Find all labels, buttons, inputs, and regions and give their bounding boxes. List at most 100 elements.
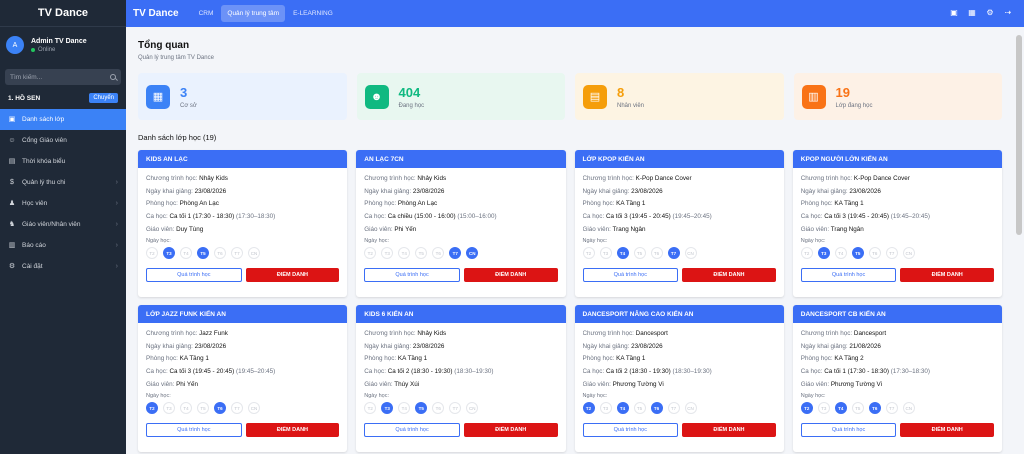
- days-label: Ngày học:: [582, 238, 608, 245]
- field-label: Ca học:: [800, 213, 823, 221]
- class-teacher-row: Giáo viên: Thúy Xúi: [364, 379, 557, 392]
- notification-icon[interactable]: ▣: [950, 9, 958, 17]
- sidebar-item-5[interactable]: ♞ Giáo viên/Nhân viên ›: [0, 214, 126, 235]
- class-name: DANCESPORT CB KIẾN AN: [792, 305, 1002, 323]
- sidebar-item-0[interactable]: ▣ Danh sách lớp: [0, 109, 126, 130]
- field-label: Chương trình học:: [364, 175, 416, 182]
- sidebar-item-label: Thời khóa biểu: [22, 158, 66, 165]
- stat-text: 404 Đang học: [399, 85, 425, 109]
- class-room-row: Phòng học: KA Tầng 1: [801, 198, 994, 211]
- day-chip: CN: [902, 402, 915, 415]
- days-label: Ngày học:: [364, 238, 390, 245]
- sidebar-item-4[interactable]: ♟ Học viên ›: [0, 193, 126, 214]
- field-label: Ngày khai giảng:: [582, 342, 630, 350]
- stat-label: Lớp đang học: [835, 102, 873, 109]
- switch-branch-button[interactable]: Chuyển: [89, 93, 118, 103]
- field-value: KA Tầng 1: [834, 200, 864, 208]
- tab-0[interactable]: CRM: [193, 5, 220, 22]
- progress-button[interactable]: Quá trình học: [582, 423, 679, 438]
- progress-button[interactable]: Quá trình học: [146, 423, 242, 438]
- checkin-button[interactable]: ĐIỂM DANH: [463, 268, 558, 283]
- class-card-body: Chương trình học: Nhảy Kids Ngày khai giả…: [356, 168, 565, 283]
- class-shift-row: Ca học: Ca tối 3 (19:45 - 20:45) (19:45–…: [801, 211, 994, 224]
- sidebar-item-6[interactable]: ▥ Báo cáo ›: [0, 235, 126, 256]
- progress-button[interactable]: Quá trình học: [146, 268, 242, 283]
- class-card-body: Chương trình học: K-Pop Dance Cover Ngày …: [793, 168, 1002, 283]
- field-label: Ngày khai giảng:: [146, 342, 193, 350]
- tab-1[interactable]: Quản lý trung tâm: [221, 5, 286, 22]
- field-label: Ca học:: [582, 213, 605, 221]
- page-subtitle: Quản lý trung tâm TV Dance: [138, 55, 214, 61]
- store-icon[interactable]: ▦: [968, 9, 976, 17]
- top-tabs: CRM Quản lý trung tâm E-LEARNING: [193, 5, 341, 22]
- progress-button[interactable]: Quá trình học: [364, 268, 460, 283]
- card-actions: Quá trình học ĐIỂM DANH: [800, 423, 994, 438]
- day-chip: T6: [432, 247, 445, 260]
- day-chip: T6: [868, 247, 881, 260]
- field-label: Ca học:: [364, 213, 386, 221]
- sidebar-item-7[interactable]: ⚙ Cài đặt ›: [0, 256, 126, 277]
- grid-icon: ▣: [8, 116, 16, 123]
- days-label: Ngày học:: [800, 393, 826, 400]
- day-chip: T2: [364, 402, 377, 415]
- field-value: Ca tối 2 (18:30 - 19:30): [387, 368, 453, 376]
- class-teacher-row: Giáo viên: Trang Ngân: [583, 224, 776, 237]
- class-room-row: Phòng học: KA Tầng 1: [364, 353, 557, 366]
- field-value: Phòng An Lạc: [179, 200, 219, 208]
- field-label: Giáo viên:: [364, 225, 393, 233]
- search-icon[interactable]: [110, 74, 116, 80]
- stat-label: Đang học: [398, 102, 425, 109]
- checkin-button[interactable]: ĐIỂM DANH: [900, 268, 994, 283]
- gear-icon[interactable]: ⚙: [986, 9, 994, 17]
- field-label: Giáo viên:: [800, 225, 830, 233]
- sidebar-item-1[interactable]: ☺ Cổng Giáo viên: [0, 130, 126, 151]
- sidebar-item-3[interactable]: $ Quản lý thu chi ›: [0, 172, 126, 193]
- class-room-row: Phòng học: KA Tầng 1: [583, 353, 776, 366]
- field-label: Giáo viên:: [364, 380, 393, 388]
- scrollbar[interactable]: [1016, 35, 1022, 235]
- search-input[interactable]: [10, 73, 100, 81]
- report-icon: ▥: [8, 242, 16, 249]
- field-label: Chương trình học:: [146, 175, 198, 182]
- progress-button[interactable]: Quá trình học: [800, 268, 897, 283]
- class-name: LỚP JAZZ FUNK KIẾN AN: [138, 305, 348, 323]
- checkin-button[interactable]: ĐIỂM DANH: [463, 423, 558, 438]
- progress-button[interactable]: Quá trình học: [800, 423, 897, 438]
- class-teacher-row: Giáo viên: Phương Tường Vi: [583, 379, 776, 392]
- sidebar-item-label: Quản lý thu chi: [22, 179, 66, 186]
- field-label: Giáo viên:: [800, 380, 830, 388]
- sidebar-item-label: Học viên: [22, 200, 48, 207]
- checkin-button[interactable]: ĐIỂM DANH: [245, 268, 340, 283]
- checkin-button[interactable]: ĐIỂM DANH: [900, 423, 994, 438]
- class-room-row: Phòng học: Phòng An Lạc: [146, 198, 339, 211]
- class-start-row: Ngày khai giảng: 23/08/2026: [146, 186, 339, 199]
- day-chip: T4: [180, 247, 192, 260]
- day-selector: T2 T3 T4 T5 T6 T7 CN: [364, 247, 557, 260]
- progress-button[interactable]: Quá trình học: [364, 423, 460, 438]
- card-actions: Quá trình học ĐIỂM DANH: [146, 268, 340, 283]
- user-panel[interactable]: A Admin TV Dance Online: [0, 27, 126, 63]
- day-chip: T5: [633, 402, 646, 415]
- field-value: Phòng An Lạc: [397, 200, 438, 208]
- day-chip: T3: [599, 402, 612, 415]
- logout-icon[interactable]: ⇢: [1004, 9, 1012, 17]
- field-label: Ca học:: [800, 368, 823, 376]
- day-chip: CN: [684, 247, 697, 260]
- class-shift-row: Ca học: Ca tối 1 (17:30 - 18:30) (17:30–…: [801, 366, 994, 379]
- progress-button[interactable]: Quá trình học: [582, 268, 679, 283]
- checkin-button[interactable]: ĐIỂM DANH: [682, 423, 776, 438]
- day-selector: T2 T3 T4 T5 T6 T7 CN: [800, 402, 994, 415]
- sidebar-item-2[interactable]: ▤ Thời khóa biểu: [0, 151, 126, 172]
- card-actions: Quá trình học ĐIỂM DANH: [364, 423, 558, 438]
- class-room-row: Phòng học: Phòng An Lạc: [364, 198, 557, 211]
- shift-time: (18:30–19:30): [454, 368, 494, 376]
- checkin-button[interactable]: ĐIỂM DANH: [682, 268, 776, 283]
- day-chip: T4: [180, 402, 192, 415]
- day-chip: T7: [667, 247, 680, 260]
- tab-2[interactable]: E-LEARNING: [287, 5, 339, 22]
- day-selector: T2 T3 T4 T5 T6 T7 CN: [800, 247, 994, 260]
- field-label: Giáo viên:: [582, 380, 611, 388]
- checkin-button[interactable]: ĐIỂM DANH: [245, 423, 340, 438]
- class-shift-row: Ca học: Ca tối 2 (18:30 - 19:30) (18:30–…: [583, 366, 776, 379]
- day-chip: T2: [146, 247, 158, 260]
